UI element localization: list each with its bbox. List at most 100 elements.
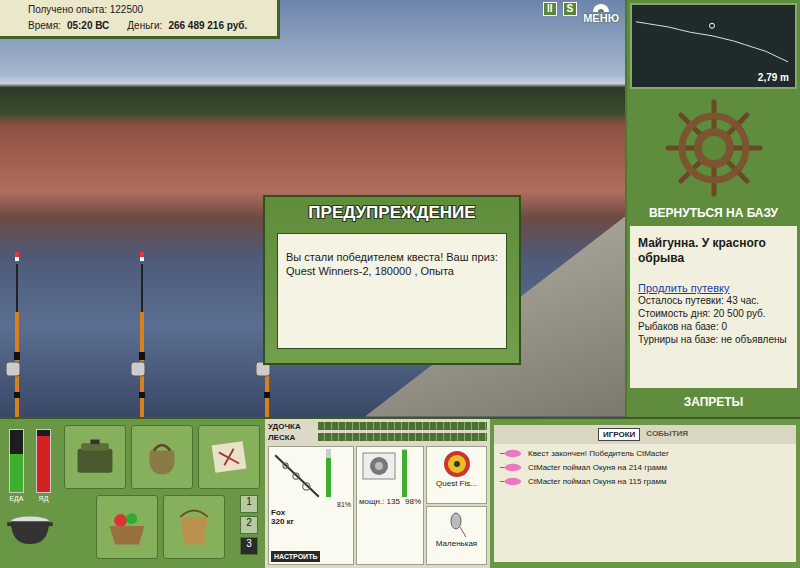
location-detail: Рыбаков на базе: 0 (638, 320, 789, 333)
pot-icon[interactable] (6, 508, 54, 546)
dialog-message: Вы стали победителем квеста! Ваш приз: Q… (277, 233, 507, 349)
fishing-scene[interactable]: Получено опыта: 122500 Время: 05:20 ВС День… (0, 0, 625, 417)
menu-button[interactable]: МЕНЮ (583, 2, 619, 24)
rod-cell[interactable]: 81%Fox320 кг НАСТРОИТЬ (268, 446, 354, 565)
bans-button[interactable]: ЗАПРЕТЫ (627, 388, 800, 417)
tension-bar: УДОЧКА (268, 422, 487, 431)
extend-permit-link[interactable]: Продлить путевку (638, 282, 789, 294)
location-detail: Стоимость дня: 20 500 руб. (638, 307, 789, 320)
money-value: 266 489 216 руб. (168, 20, 247, 31)
reel-wear-fill (402, 450, 407, 497)
tension-track (318, 422, 487, 430)
reel-icon (359, 449, 399, 483)
meter-label: ЕДА (9, 495, 23, 502)
needs-meters: ЕДА ЯД (0, 419, 60, 568)
lure-icon (500, 476, 522, 487)
depth-value: 2,79 m (758, 72, 789, 83)
meter-fill (37, 436, 50, 492)
top-area: Получено опыта: 122500 Время: 05:20 ВС День… (0, 0, 800, 417)
tension-label: УДОЧКА (268, 422, 314, 431)
slot-button[interactable]: 2 (240, 516, 258, 534)
dialog-title: ПРЕДУПРЕЖДЕНИЕ (277, 203, 507, 223)
rod-icon[interactable] (127, 252, 157, 417)
depth-line (636, 22, 788, 62)
depth-chart (632, 5, 792, 75)
bucket-icon (171, 504, 217, 550)
need-meter: ЕДА (9, 429, 24, 502)
slot-button[interactable]: 1 (240, 495, 258, 513)
sound-button[interactable]: S (563, 2, 578, 16)
rod-wear-fill (326, 458, 331, 497)
bottom-bar: ЕДА ЯД 1 2 3 УДОЧКА ЛЕСКА 81%Fox320 кг НАСТРОИТЬ… (0, 417, 800, 568)
reel-power: мощн.: 135 (359, 497, 400, 507)
location-info: Майгунна. У красного обрыва Продлить путе… (630, 226, 797, 388)
warning-dialog: ПРЕДУПРЕЖДЕНИЕ Вы стали победителем квест… (263, 195, 521, 365)
line-name: Quest Fis... (436, 479, 477, 489)
rod-name: Fox (271, 508, 351, 518)
float-icon (140, 252, 144, 261)
tension-bar: ЛЕСКА (268, 433, 487, 442)
time-value: 05:20 ВС (67, 20, 109, 31)
food-basket-button[interactable] (96, 495, 158, 559)
experience-text: Получено опыта: 122500 (6, 4, 271, 15)
lure-icon (500, 462, 522, 473)
rods-in-water (2, 252, 282, 417)
reel-wear-meter (402, 449, 407, 497)
chat-message: CtMacter поймал Окуня на 115 грамм (500, 476, 790, 487)
meter-track (36, 429, 51, 493)
rod-wear-meter (326, 449, 331, 497)
tackle-panel: УДОЧКА ЛЕСКА 81%Fox320 кг НАСТРОИТЬ мощн.: 1… (265, 419, 490, 568)
float-icon (15, 252, 19, 261)
tackle-box-icon (72, 434, 118, 480)
toolbar: II S МЕНЮ (543, 2, 619, 24)
pause-button[interactable]: II (543, 2, 557, 16)
map-button[interactable] (198, 425, 260, 489)
meter-track (9, 429, 24, 493)
location-detail: Осталось путевки: 43 час. (638, 294, 789, 307)
tension-track (318, 433, 487, 441)
bag-button[interactable] (131, 425, 193, 489)
lure-icon (500, 448, 522, 459)
chat-tab[interactable]: СОБЫТИЯ (642, 428, 692, 441)
reel-cell[interactable]: мощн.: 135 98% (356, 446, 424, 565)
rod-strength: 320 кг (271, 517, 351, 527)
depth-map: 2,79 m (630, 3, 797, 89)
slot-button[interactable]: 3 (240, 537, 258, 555)
line-spool-icon (442, 449, 472, 479)
bucket-button[interactable] (163, 495, 225, 559)
base-button[interactable] (627, 92, 800, 204)
rod-icon[interactable] (2, 252, 32, 417)
spinner-lure-icon (442, 509, 472, 539)
rod-slots: 1 2 3 (240, 495, 258, 559)
map-icon (206, 434, 252, 480)
game-screen: Получено опыта: 122500 Время: 05:20 ВС День… (0, 0, 800, 568)
need-meter: ЯД (36, 429, 51, 502)
return-to-base-button[interactable]: ВЕРНУТЬСЯ НА БАЗУ (627, 204, 800, 226)
chat-message: CtMacter поймал Окуня на 214 грамм (500, 462, 790, 473)
money-label: Деньги: (127, 20, 162, 31)
line-cell[interactable]: Quest Fis... (426, 446, 487, 505)
tension-label: ЛЕСКА (268, 433, 314, 442)
meter-label: ЯД (39, 495, 49, 502)
status-panel: Получено опыта: 122500 Время: 05:20 ВС День… (0, 0, 280, 39)
lure-cell[interactable]: Маленькая (426, 506, 487, 565)
location-name: Майгунна. У красного обрыва (638, 236, 789, 266)
time-label: Время: (28, 20, 61, 31)
food-basket-icon (104, 504, 150, 550)
boat-marker (710, 23, 715, 28)
chat-messages: Квест закончен! Победитель CtMacter CtMac… (494, 444, 796, 491)
chat-panel: ИГРОКИСОБЫТИЯ Квест закончен! Победитель … (494, 425, 796, 562)
reel-wear: 98% (405, 497, 421, 507)
location-detail: Турниры на базе: не объявлены (638, 333, 789, 346)
tackle-box-button[interactable] (64, 425, 126, 489)
chat-tab[interactable]: ИГРОКИ (598, 428, 640, 441)
setup-button[interactable]: НАСТРОИТЬ (271, 551, 320, 562)
ship-wheel-icon (664, 98, 764, 198)
rod-icon (271, 449, 323, 501)
gear-icon (591, 2, 611, 12)
rod-wear: 81% (337, 501, 351, 508)
inventory: 1 2 3 (60, 419, 265, 568)
bag-icon (139, 434, 185, 480)
chat-message: Квест закончен! Победитель CtMacter (500, 448, 790, 459)
side-panel: 2,79 mВЕРНУТЬСЯ НА БАЗУМайгунна. У красн… (627, 0, 800, 417)
